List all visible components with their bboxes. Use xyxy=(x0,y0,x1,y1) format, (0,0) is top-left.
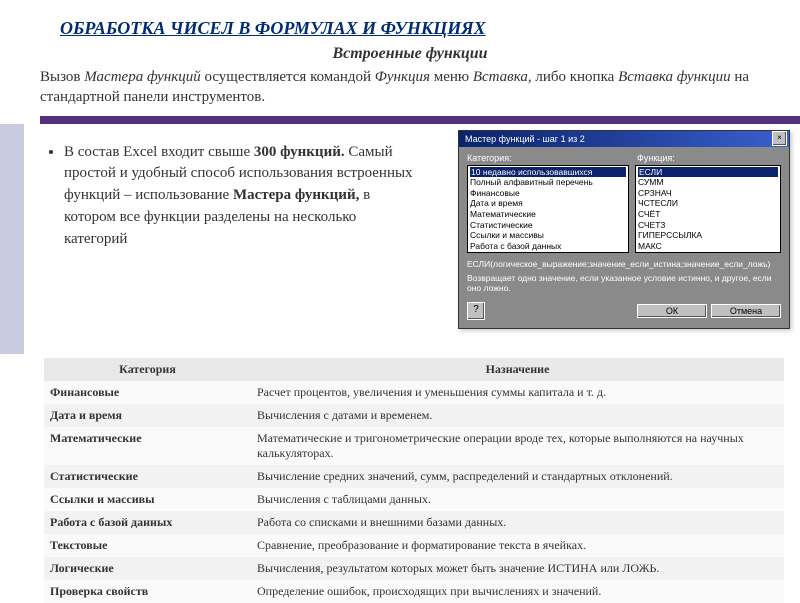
cancel-button[interactable]: Отмена xyxy=(711,304,781,318)
list-item[interactable]: ЕСЛИ xyxy=(638,167,778,178)
table-row: Работа с базой данныхРабота со списками … xyxy=(44,511,784,534)
list-item[interactable]: Финансовые xyxy=(470,188,626,199)
list-item[interactable]: Математические xyxy=(470,209,626,220)
list-item[interactable]: СЧЁТ xyxy=(638,209,778,220)
function-wizard-dialog: Мастер функций - шаг 1 из 2 × Категория:… xyxy=(458,130,790,329)
table-row: Проверка свойствОпределение ошибок, прои… xyxy=(44,580,784,603)
help-icon[interactable]: ? xyxy=(467,302,485,320)
list-item[interactable]: СУММ xyxy=(638,177,778,188)
wizard-description: Возвращает одно значение, если указанное… xyxy=(467,273,781,294)
page-subtitle: Встроенные функции xyxy=(60,45,760,63)
list-item[interactable]: 10 недавно использовавшихся xyxy=(470,167,626,178)
category-listbox[interactable]: 10 недавно использовавшихся Полный алфав… xyxy=(467,165,629,253)
table-row: ТекстовыеСравнение, преобразование и фор… xyxy=(44,534,784,557)
function-listbox[interactable]: ЕСЛИ СУММ СРЗНАЧ ЧСТЕСЛИ СЧЁТ СЧЕТЗ ГИПЕ… xyxy=(635,165,781,253)
list-item[interactable]: Текстовые xyxy=(470,252,626,253)
table-row: Дата и времяВычисления с датами и времен… xyxy=(44,404,784,427)
list-item[interactable]: ЧСТЕСЛИ xyxy=(638,198,778,209)
list-item[interactable]: ГИПЕРССЫЛКА xyxy=(638,230,778,241)
category-label: Категория: xyxy=(467,153,637,163)
table-row: СтатистическиеВычисление средних значени… xyxy=(44,465,784,488)
col-category: Категория xyxy=(44,358,251,381)
page-title: ОБРАБОТКА ЧИСЕЛ В ФОРМУЛАХ И ФУНКЦИЯХ xyxy=(60,18,760,39)
divider-bar xyxy=(0,116,800,124)
ok-button[interactable]: ОК xyxy=(637,304,707,318)
table-row: Ссылки и массивыВычисления с таблицами д… xyxy=(44,488,784,511)
close-icon[interactable]: × xyxy=(772,131,787,146)
list-item[interactable]: СЧЕТЗ xyxy=(638,220,778,231)
list-item[interactable]: Ссылки и массивы xyxy=(470,230,626,241)
intro-text: Вызов Мастера функций осуществляется ком… xyxy=(0,67,800,116)
list-item[interactable]: МАКС xyxy=(638,241,778,252)
table-row: МатематическиеМатематические и тригономе… xyxy=(44,427,784,465)
table-row: ФинансовыеРасчет процентов, увеличения и… xyxy=(44,381,784,404)
list-item[interactable]: SIN xyxy=(638,252,778,253)
list-item[interactable]: Полный алфавитный перечень xyxy=(470,177,626,188)
col-description: Назначение xyxy=(251,358,784,381)
table-header-row: Категория Назначение xyxy=(44,358,784,381)
function-label: Функция: xyxy=(637,153,675,163)
list-item[interactable]: Статистические xyxy=(470,220,626,231)
wizard-syntax: ЕСЛИ(логическое_выражение;значение_если_… xyxy=(467,259,781,269)
side-accent xyxy=(0,124,24,354)
list-item[interactable]: Работа с базой данных xyxy=(470,241,626,252)
list-item[interactable]: СРЗНАЧ xyxy=(638,188,778,199)
list-item[interactable]: Дата и время xyxy=(470,198,626,209)
categories-table: Категория Назначение ФинансовыеРасчет пр… xyxy=(44,358,784,603)
bullet-paragraph: В состав Excel входит свыше 300 функций.… xyxy=(44,124,414,251)
wizard-titlebar: Мастер функций - шаг 1 из 2 × xyxy=(459,131,789,147)
wizard-title: Мастер функций - шаг 1 из 2 xyxy=(465,134,585,144)
table-row: ЛогическиеВычисления, результатом которы… xyxy=(44,557,784,580)
